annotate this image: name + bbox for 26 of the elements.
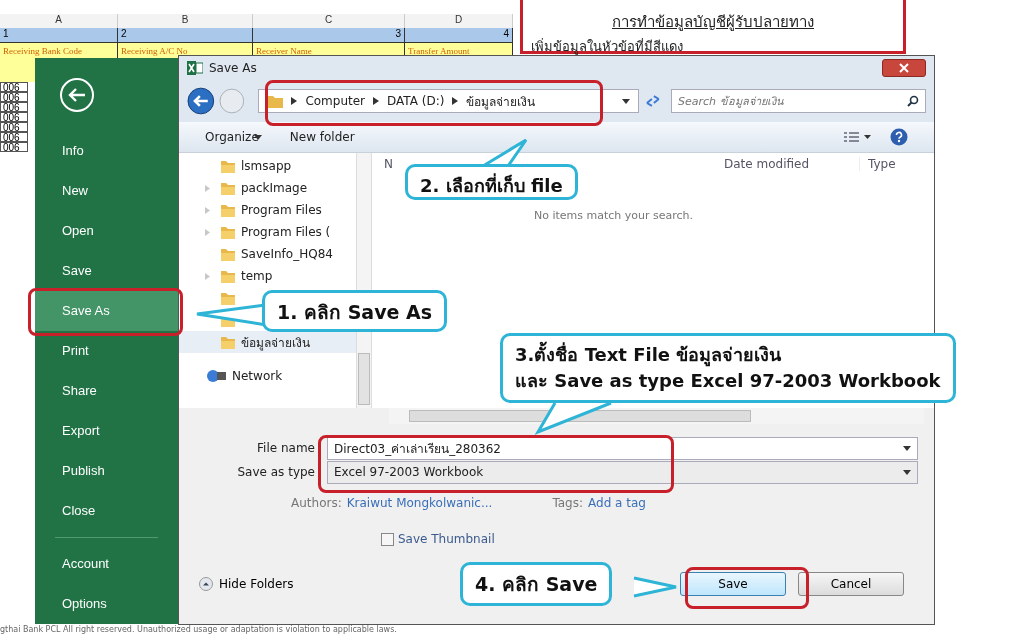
column-header: B xyxy=(118,14,253,28)
folder-name: SaveInfo_HQ84 xyxy=(241,247,333,261)
tags-label: Tags: xyxy=(552,496,583,510)
empty-message: No items match your search. xyxy=(534,209,694,222)
folder-name: temp xyxy=(241,269,273,283)
table-cell: 2 xyxy=(118,28,253,42)
authors-label: Authors: xyxy=(291,496,342,510)
table-cell: 1 xyxy=(0,28,118,42)
field-label: Save as type xyxy=(236,465,316,479)
folder-name: ข้อมูลจ่ายเงิน xyxy=(241,334,310,352)
folder-name: Program Files xyxy=(241,203,322,217)
column-header: C xyxy=(253,14,405,28)
table-cell: 006 xyxy=(0,142,28,152)
column-header: D xyxy=(405,14,513,28)
column-header: A xyxy=(0,14,118,28)
table-cell: 3 xyxy=(253,28,405,42)
table-cell: 4 xyxy=(405,28,513,42)
checkbox-label: Save Thumbnail xyxy=(398,532,495,546)
folder-name: packImage xyxy=(241,181,308,195)
note-title: การทำข้อมูลบัญชีผู้รับปลายทาง xyxy=(611,12,815,33)
copyright-text: gthai Bank PCL All right reserved. Unauthorized usage or adaptation is violation to applicable laws. xyxy=(0,625,397,634)
field-label: File name xyxy=(256,441,316,455)
note-text: เพิ่มข้อมูลในหัวข้อที่มีสีแดง xyxy=(531,37,684,57)
folder-name: Program Files ( xyxy=(241,225,331,239)
callout: 4. คลิก Save xyxy=(460,562,613,606)
folder-name: lsmsapp xyxy=(241,159,292,173)
